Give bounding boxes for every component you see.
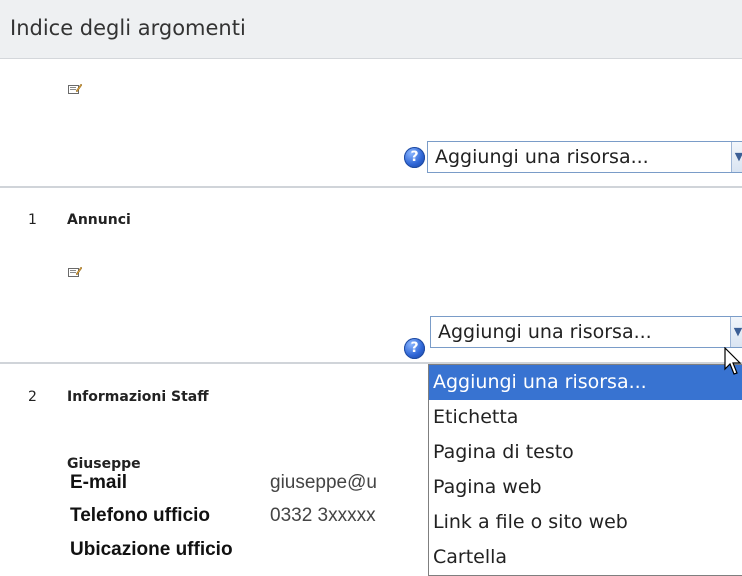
staff-name: Giuseppe	[67, 456, 141, 472]
edit-summary-icon[interactable]	[68, 266, 82, 278]
section-title-annunci[interactable]: Annunci	[67, 212, 131, 228]
add-resource-select-value: Aggiungi una risorsa...	[438, 321, 652, 343]
section-number: 2	[28, 389, 37, 405]
dropdown-option[interactable]: Etichetta	[429, 400, 742, 435]
staff-office-label: Ubicazione ufficio	[70, 539, 233, 560]
help-icon[interactable]: ?	[404, 338, 425, 359]
dropdown-option[interactable]: Aggiungi una risorsa...	[429, 365, 742, 400]
staff-phone-label: Telefono ufficio	[70, 505, 211, 526]
dropdown-option[interactable]: Link a file o sito web	[429, 505, 742, 540]
edit-summary-icon[interactable]	[68, 83, 82, 95]
staff-email-label: E-mail	[70, 472, 128, 493]
topic-outline-header: Indice degli argomenti	[0, 0, 742, 59]
add-resource-dropdown-list[interactable]: Aggiungi una risorsa... Etichetta Pagina…	[428, 364, 742, 576]
dropdown-option[interactable]: Cartella	[429, 540, 742, 575]
mouse-pointer-icon	[724, 347, 742, 375]
dropdown-option[interactable]: Pagina di testo	[429, 435, 742, 470]
page-title: Indice degli argomenti	[10, 16, 246, 40]
dropdown-option[interactable]: Pagina web	[429, 470, 742, 505]
chevron-down-icon[interactable]: ▼	[731, 142, 742, 172]
help-icon[interactable]: ?	[404, 147, 425, 168]
section-divider	[0, 186, 742, 188]
section-title-staff[interactable]: Informazioni Staff	[67, 389, 209, 405]
add-resource-select[interactable]: Aggiungi una risorsa... ▼	[427, 141, 742, 173]
chevron-down-icon[interactable]: ▼	[730, 317, 742, 347]
staff-phone-value: 0332 3xxxxx	[270, 505, 376, 526]
staff-email-value[interactable]: giuseppe@u	[270, 472, 377, 494]
add-resource-select[interactable]: Aggiungi una risorsa... ▼	[430, 316, 742, 348]
section-number: 1	[28, 212, 37, 228]
add-resource-select-value: Aggiungi una risorsa...	[435, 146, 649, 168]
